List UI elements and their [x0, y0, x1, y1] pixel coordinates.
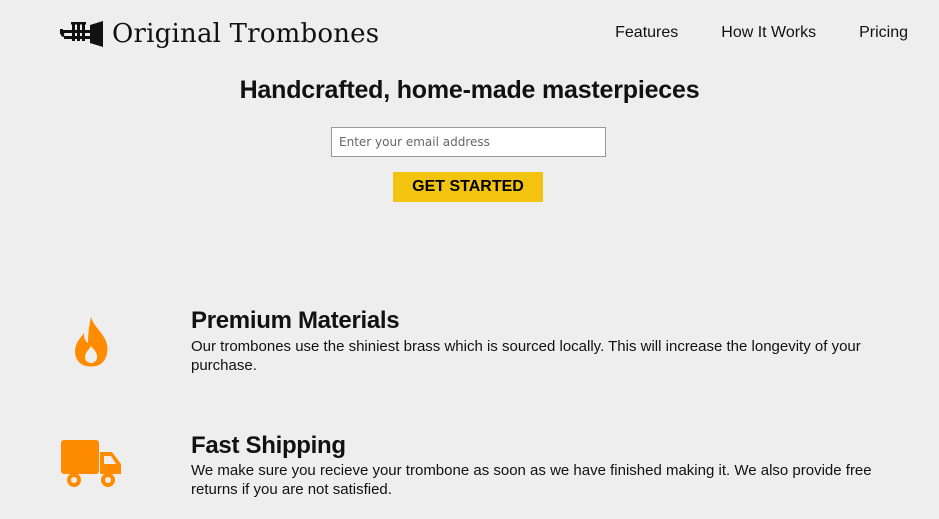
page-header: Original Trombones Features How It Works…	[0, 0, 939, 70]
truck-icon	[61, 440, 121, 487]
logo[interactable]: Original Trombones	[60, 14, 379, 54]
nav-link-how-it-works[interactable]: How It Works	[721, 24, 816, 42]
email-input[interactable]	[331, 127, 606, 157]
logo-text: Original Trombones	[112, 19, 380, 49]
nav-link-pricing[interactable]: Pricing	[859, 24, 908, 42]
feature-description: Our trombones use the shiniest brass whi…	[191, 338, 861, 374]
feature-title: Fast Shipping	[191, 432, 346, 459]
landing-page: Original Trombones Features How It Works…	[0, 0, 939, 519]
fire-icon	[75, 317, 108, 367]
feature-title: Premium Materials	[191, 307, 400, 334]
feature-description: We make sure you recieve your trombone a…	[191, 462, 872, 498]
hero-title: Handcrafted, home-made masterpieces	[239, 76, 700, 104]
main-nav: Features How It Works Pricing	[572, 24, 908, 42]
nav-link-features[interactable]: Features	[615, 24, 678, 42]
trumpet-icon	[60, 21, 103, 47]
get-started-button[interactable]: GET STARTED	[393, 172, 543, 202]
